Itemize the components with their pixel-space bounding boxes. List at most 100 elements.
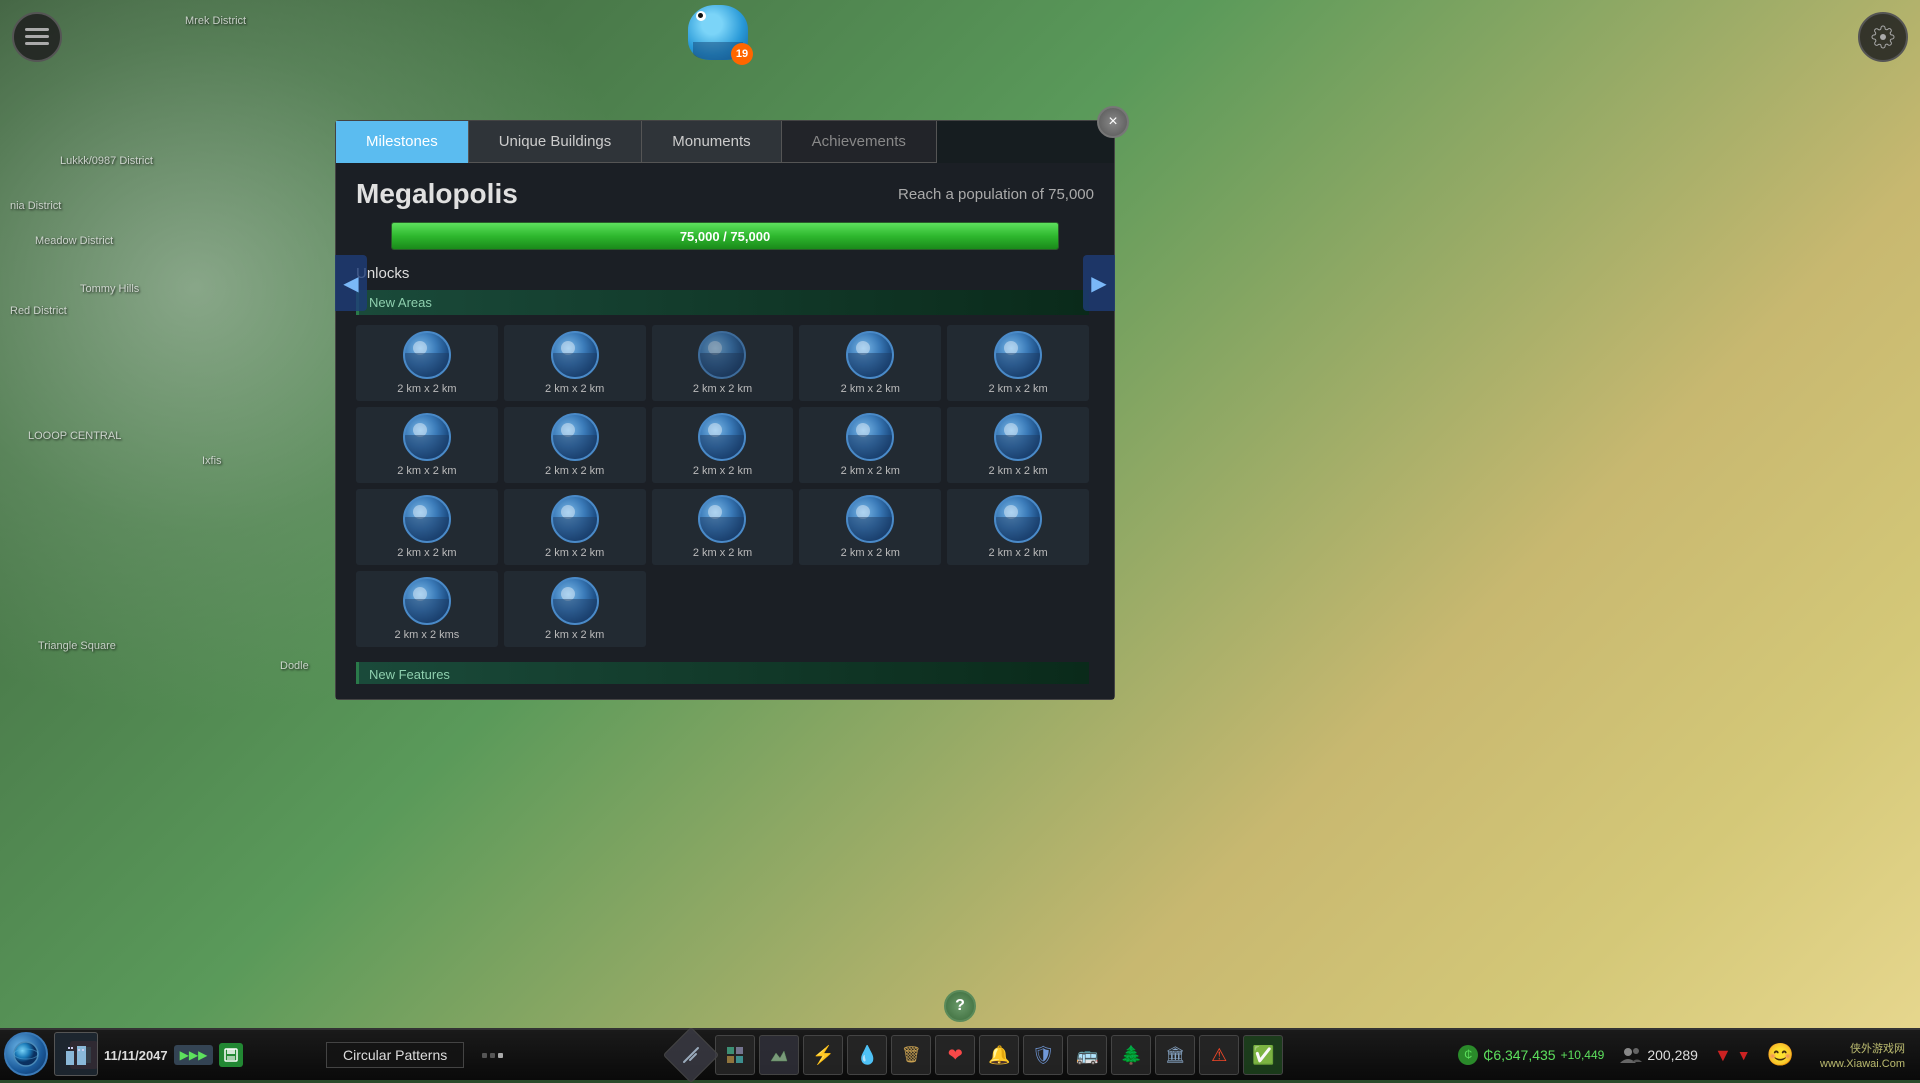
buildings-button[interactable] xyxy=(54,1032,98,1076)
tool-button-police[interactable]: 🛡 xyxy=(1023,1035,1063,1075)
district-label: nia District xyxy=(10,200,61,212)
area-globe-icon xyxy=(994,413,1042,461)
district-label: Meadow District xyxy=(35,235,113,247)
tab-achievements[interactable]: Achievements xyxy=(782,121,937,163)
tool-button-health[interactable]: ❤ xyxy=(935,1035,975,1075)
district-label: Tommy Hills xyxy=(80,283,139,295)
tab-unique-buildings[interactable]: Unique Buildings xyxy=(469,121,643,163)
list-item[interactable]: 2 km x 2 km xyxy=(947,407,1089,483)
area-globe-icon xyxy=(551,413,599,461)
traffic-stat: ▼ ▼ xyxy=(1714,1045,1751,1066)
list-item[interactable]: 2 km x 2 km xyxy=(799,325,941,401)
taskbar: 11/11/2047 ▶▶▶ Circular Patterns xyxy=(0,1028,1920,1080)
population-value: 200,289 xyxy=(1647,1047,1698,1063)
planet-button[interactable] xyxy=(4,1032,48,1076)
areas-grid: 2 km x 2 km 2 km x 2 km 2 km x 2 km 2 km… xyxy=(356,325,1089,647)
money-stat: ₵ ₵6,347,435 +10,449 xyxy=(1458,1045,1604,1065)
new-features-header: New Features xyxy=(356,662,1089,684)
watermark-2: www.Xiawai.Com xyxy=(1820,1058,1905,1070)
list-item[interactable]: 2 km x 2 km xyxy=(356,489,498,565)
tool-button-buildings[interactable]: 🏛 xyxy=(1155,1035,1195,1075)
list-item[interactable]: 2 km x 2 km xyxy=(652,407,794,483)
milestone-next-button[interactable]: ▶ xyxy=(1083,255,1115,311)
tool-button-zones[interactable] xyxy=(715,1035,755,1075)
area-globe-icon xyxy=(403,331,451,379)
notification-bird[interactable]: 19 xyxy=(688,5,748,60)
progress-bar-fill: 75,000 / 75,000 xyxy=(392,223,1058,249)
tool-button-parks[interactable]: 🌲 xyxy=(1111,1035,1151,1075)
taskbar-stats: ₵ ₵6,347,435 +10,449 200,289 ▼ ▼ 😊 侠外游戏网 xyxy=(1443,1040,1920,1070)
milestone-header: Megalopolis Reach a population of 75,000 xyxy=(356,178,1094,210)
tool-button-electricity[interactable]: ⚡ xyxy=(803,1035,843,1075)
area-globe-icon xyxy=(403,495,451,543)
area-globe-icon xyxy=(994,495,1042,543)
unlocks-scroll[interactable]: New Areas 2 km x 2 km 2 km x 2 km 2 km x… xyxy=(356,290,1094,684)
speed-dot-1 xyxy=(482,1053,487,1058)
list-item[interactable]: 2 km x 2 km xyxy=(652,325,794,401)
list-item[interactable]: 2 km x 2 km xyxy=(947,325,1089,401)
unlocks-title: Unlocks xyxy=(356,265,1094,282)
unlocks-section: Unlocks New Areas 2 km x 2 km 2 km x 2 k… xyxy=(356,265,1094,684)
tool-button-water[interactable]: 💧 xyxy=(847,1035,887,1075)
tool-button-mods[interactable]: ✅ xyxy=(1243,1035,1283,1075)
milestone-prev-button[interactable]: ◀ xyxy=(335,255,367,311)
list-item[interactable]: 2 km x 2 km xyxy=(652,489,794,565)
milestone-title: Megalopolis xyxy=(356,178,518,210)
district-label: Red District xyxy=(10,305,67,317)
tool-button-fire[interactable]: 🔔 xyxy=(979,1035,1019,1075)
traffic-down-icon-2: ▼ xyxy=(1737,1047,1751,1063)
list-item[interactable]: 2 km x 2 km xyxy=(799,489,941,565)
area-globe-icon xyxy=(846,331,894,379)
list-item[interactable]: 2 km x 2 km xyxy=(799,407,941,483)
tool-button-disasters[interactable]: ⚠ xyxy=(1199,1035,1239,1075)
tab-monuments[interactable]: Monuments xyxy=(642,121,781,163)
area-globe-icon xyxy=(698,331,746,379)
taskbar-tools: ⚡ 💧 🗑 ❤ 🔔 🛡 🚌 🌲 🏛 ⚠ ✅ xyxy=(511,1035,1443,1075)
close-icon: × xyxy=(1108,113,1117,131)
city-name: Circular Patterns xyxy=(326,1042,464,1068)
list-item[interactable]: 2 km x 2 kms xyxy=(356,571,498,647)
happy-icon: 😊 xyxy=(1767,1042,1794,1068)
district-label: Dodle xyxy=(280,660,309,672)
population-icon xyxy=(1620,1047,1642,1063)
modal-close-button[interactable]: × xyxy=(1097,106,1129,138)
list-item[interactable]: 2 km x 2 km xyxy=(504,407,646,483)
bottom-left-controls xyxy=(4,1032,98,1076)
progress-bar-background: 75,000 / 75,000 xyxy=(391,222,1059,250)
tool-button-transport[interactable]: 🚌 xyxy=(1067,1035,1107,1075)
help-button[interactable]: ? xyxy=(944,990,976,1022)
tool-button-terrain[interactable] xyxy=(759,1035,799,1075)
save-button[interactable] xyxy=(219,1043,243,1067)
modal-tabs: Milestones Unique Buildings Monuments Ac… xyxy=(336,121,1114,163)
income-value: +10,449 xyxy=(1561,1048,1605,1062)
list-item[interactable]: 2 km x 2 km xyxy=(504,325,646,401)
speed-forward-button[interactable]: ▶▶▶ xyxy=(174,1045,214,1065)
district-label: LOOOP CENTRAL xyxy=(28,430,121,442)
area-globe-icon xyxy=(846,413,894,461)
milestone-description: Reach a population of 75,000 xyxy=(898,186,1094,203)
modal-body: Megalopolis Reach a population of 75,000… xyxy=(336,163,1114,699)
speed-dot-3 xyxy=(498,1053,503,1058)
list-item[interactable]: 2 km x 2 km xyxy=(356,325,498,401)
list-item[interactable]: 2 km x 2 km xyxy=(356,407,498,483)
date-display: 11/11/2047 xyxy=(104,1048,168,1063)
speed-indicators xyxy=(474,1053,511,1058)
menu-button[interactable] xyxy=(12,12,62,62)
area-globe-icon xyxy=(403,413,451,461)
tool-button-garbage[interactable]: 🗑 xyxy=(891,1035,931,1075)
list-item[interactable]: 2 km x 2 km xyxy=(947,489,1089,565)
area-globe-icon xyxy=(551,577,599,625)
area-globe-icon xyxy=(403,577,451,625)
milestones-modal: × Milestones Unique Buildings Monuments … xyxy=(335,120,1115,700)
happiness-stat: 😊 xyxy=(1767,1042,1794,1068)
population-stat: 200,289 xyxy=(1620,1047,1698,1063)
traffic-down-icon: ▼ xyxy=(1714,1045,1732,1066)
list-item[interactable]: 2 km x 2 km xyxy=(504,571,646,647)
tab-milestones[interactable]: Milestones xyxy=(336,121,469,163)
tool-button-roads[interactable] xyxy=(663,1027,720,1083)
list-item[interactable]: 2 km x 2 km xyxy=(504,489,646,565)
settings-button[interactable] xyxy=(1858,12,1908,62)
new-areas-header: New Areas xyxy=(356,290,1089,315)
area-globe-icon xyxy=(698,495,746,543)
money-icon: ₵ xyxy=(1458,1045,1478,1065)
